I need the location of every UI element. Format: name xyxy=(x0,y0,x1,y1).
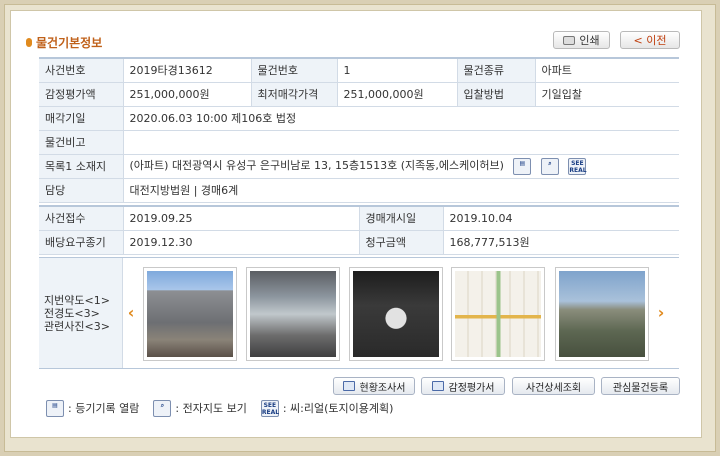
section-title: 물건기본정보 xyxy=(36,35,103,50)
deadline-value: 2019.12.30 xyxy=(123,230,360,255)
status-report-label: 현황조사서 xyxy=(359,382,406,394)
legend-seereal: : 씨:리얼(토지이용계획) xyxy=(282,402,394,415)
bid-method-value: 기일입찰 xyxy=(535,82,679,107)
court-label: 담당 xyxy=(39,178,124,203)
item-info-table: 사건번호 2019타경13612 물건번호 1 물건종류 아파트 감정평가액 2… xyxy=(39,57,679,203)
street-view-image xyxy=(559,271,645,357)
received-value: 2019.09.25 xyxy=(123,206,360,231)
case-detail-button[interactable]: 사건상세조회 xyxy=(512,377,595,395)
photo-thumbnail[interactable] xyxy=(555,267,649,361)
claim-label: 청구금액 xyxy=(359,230,444,255)
building-exterior-image xyxy=(147,271,233,357)
appraisal-report-button[interactable]: 감정평가서 xyxy=(421,377,505,395)
sale-date-value: 2020.06.03 10:00 제106호 법정 xyxy=(123,106,679,131)
case-detail-label: 사건상세조회 xyxy=(525,382,582,394)
icon-legend: ▤ : 등기기록 열람 ⌕ : 전자지도 보기 SEE REAL : 씨:리얼(토… xyxy=(46,398,393,418)
remark-label: 물건비고 xyxy=(39,130,124,155)
photo-strip: 지번약도<1> 전경도<3> 관련사진<3> ‹ › xyxy=(39,257,679,369)
real-text: REAL xyxy=(569,166,587,174)
item-no-value: 1 xyxy=(337,58,458,83)
photo-label-line[interactable]: 지번약도<1> xyxy=(44,294,122,307)
photo-thumbnail[interactable] xyxy=(451,267,545,361)
received-label: 사건접수 xyxy=(39,206,124,231)
table-row: 배당요구종기 2019.12.30 청구금액 168,777,513원 xyxy=(39,230,679,255)
emap-icon[interactable]: ⌕ xyxy=(540,157,559,175)
remark-value xyxy=(123,130,679,155)
item-type-label: 물건종류 xyxy=(457,58,536,83)
chevron-left-icon[interactable]: ‹ xyxy=(125,303,137,322)
item-type-value: 아파트 xyxy=(535,58,679,83)
photo-label-line[interactable]: 관련사진<3> xyxy=(44,320,122,333)
table-row: 목록1 소재지 (아파트) 대전광역시 유성구 은구비남로 13, 15층151… xyxy=(39,154,679,179)
see-text: SEE xyxy=(571,159,584,167)
table-row: 감정평가액 251,000,000원 최저매각가격 251,000,000원 입… xyxy=(39,82,679,107)
legend-emap: : 전자지도 보기 xyxy=(175,402,247,415)
case-info-table: 사건접수 2019.09.25 경매개시일 2019.10.04 배당요구종기 … xyxy=(39,205,679,255)
min-price-value: 251,000,000원 xyxy=(337,82,458,107)
status-report-button[interactable]: 현황조사서 xyxy=(333,377,415,395)
appraisal-value: 251,000,000원 xyxy=(123,82,252,107)
appraisal-label: 감정평가액 xyxy=(39,82,124,107)
print-label: 인쇄 xyxy=(579,34,600,47)
legend-registry: : 등기기록 열람 xyxy=(68,402,140,415)
location-value: (아파트) 대전광역시 유성구 은구비남로 13, 15층1513호 (지족동,… xyxy=(129,159,504,173)
interest-register-button[interactable]: 관심물건등록 xyxy=(601,377,680,395)
min-price-label: 최저매각가격 xyxy=(251,82,338,107)
prev-label: < 이전 xyxy=(633,34,667,47)
case-no-value: 2019타경13612 xyxy=(123,58,252,83)
document-icon xyxy=(431,381,444,391)
photo-thumbnail[interactable] xyxy=(143,267,237,361)
table-row: 사건접수 2019.09.25 경매개시일 2019.10.04 xyxy=(39,206,679,231)
location-map-image xyxy=(455,271,541,357)
seereal-icon: SEE REAL xyxy=(260,399,280,417)
bullet-icon xyxy=(26,37,32,47)
appraisal-report-label: 감정평가서 xyxy=(448,382,495,394)
location-cell: (아파트) 대전광역시 유성구 은구비남로 13, 15층1513호 (지족동,… xyxy=(123,154,679,179)
table-row: 사건번호 2019타경13612 물건번호 1 물건종류 아파트 xyxy=(39,58,679,83)
photo-label: 지번약도<1> 전경도<3> 관련사진<3> xyxy=(39,258,123,368)
emap-icon: ⌕ xyxy=(153,399,172,417)
photo-thumbnail[interactable] xyxy=(349,267,443,361)
claim-value: 168,777,513원 xyxy=(443,230,679,255)
item-no-label: 물건번호 xyxy=(251,58,338,83)
chevron-right-icon[interactable]: › xyxy=(655,303,667,322)
start-value: 2019.10.04 xyxy=(443,206,679,231)
court-value: 대전지방법원 | 경매6계 xyxy=(123,178,679,203)
case-no-label: 사건번호 xyxy=(39,58,124,83)
registry-icon[interactable]: ▤ xyxy=(513,157,532,175)
location-label: 목록1 소재지 xyxy=(39,154,124,179)
sale-date-label: 매각기일 xyxy=(39,106,124,131)
photo-thumbnail[interactable] xyxy=(246,267,340,361)
photo-label-line[interactable]: 전경도<3> xyxy=(44,307,122,320)
seereal-icon[interactable]: SEE REAL xyxy=(568,157,587,175)
document-icon xyxy=(342,381,355,391)
table-row: 물건비고 xyxy=(39,130,679,155)
print-button[interactable]: 인쇄 xyxy=(553,31,610,49)
unit-door-image xyxy=(353,271,439,357)
registry-icon: ▤ xyxy=(46,399,64,417)
table-row: 매각기일 2020.06.03 10:00 제106호 법정 xyxy=(39,106,679,131)
deadline-label: 배당요구종기 xyxy=(39,230,124,255)
real-text: REAL xyxy=(261,408,280,416)
bid-method-label: 입찰방법 xyxy=(457,82,536,107)
see-text: SEE xyxy=(263,401,277,409)
prev-button[interactable]: < 이전 xyxy=(620,31,680,49)
table-row: 담당 대전지방법원 | 경매6계 xyxy=(39,178,679,203)
section-header: 물건기본정보 xyxy=(26,34,102,50)
interest-register-label: 관심물건등록 xyxy=(612,382,669,394)
entrance-image xyxy=(250,271,336,357)
start-label: 경매개시일 xyxy=(359,206,444,231)
printer-icon xyxy=(563,35,576,45)
